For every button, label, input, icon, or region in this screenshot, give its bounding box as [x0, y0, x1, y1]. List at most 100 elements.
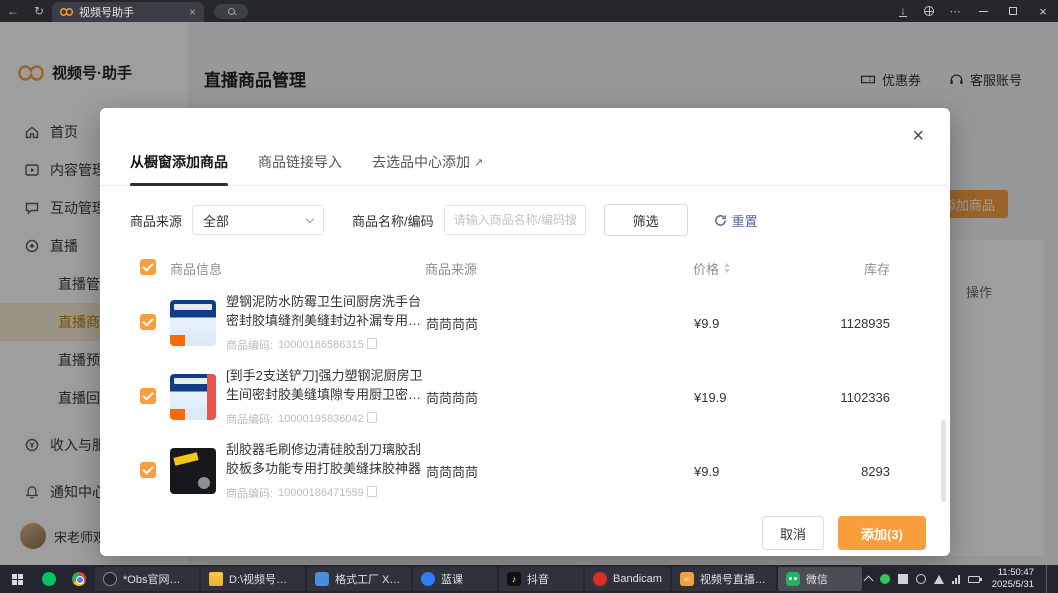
taskbar-clock[interactable]: 11:50:47 2025/5/31	[988, 567, 1034, 591]
start-button[interactable]	[0, 565, 34, 593]
tray-expand-icon[interactable]	[863, 576, 873, 586]
copy-icon[interactable]	[369, 414, 377, 423]
row-checkbox[interactable]	[140, 462, 156, 478]
tab-import-by-link[interactable]: 商品链接导入	[258, 152, 342, 185]
modal-close-icon[interactable]: ×	[912, 126, 924, 146]
window-maximize-button[interactable]	[998, 0, 1028, 22]
name-filter-label: 商品名称/编码	[352, 211, 434, 230]
product-search-input[interactable]	[444, 205, 586, 235]
row-checkbox[interactable]	[140, 388, 156, 404]
system-tray: 11:50:47 2025/5/31	[865, 565, 1058, 593]
reset-button[interactable]: 重置	[714, 211, 758, 230]
modal-footer: 取消 添加(3)	[762, 516, 926, 550]
channels-live-icon: ∞	[680, 572, 694, 586]
windows-logo-icon	[12, 574, 23, 585]
new-tab-search-button[interactable]	[214, 4, 248, 19]
taskbar-item-lanke[interactable]: 蓝课	[413, 567, 497, 591]
bandicam-icon	[593, 572, 607, 586]
product-code: 10000195836042	[278, 413, 364, 425]
product-title: 刮胶器毛刷修边清硅胶刮刀璃胶刮胶板多功能专用打胶美缝抹胶神器	[226, 441, 426, 479]
table-header-row: 商品信息 商品来源 价格 库存	[100, 250, 950, 286]
window-close-button[interactable]: ×	[1028, 0, 1058, 22]
taskbar-item-label: 视频号直播伴侣	[700, 571, 768, 587]
taskbar-item-douyin[interactable]: ♪ 抖音	[499, 567, 583, 591]
browser-menu-icon[interactable]: ⋯	[942, 5, 968, 18]
douyin-icon: ♪	[507, 572, 521, 586]
taskbar-item-bandicam[interactable]: Bandicam	[585, 567, 670, 591]
product-price: ¥9.9	[694, 316, 824, 331]
product-price: ¥9.9	[694, 464, 824, 479]
tab-add-from-showcase[interactable]: 从橱窗添加商品	[130, 152, 228, 185]
row-checkbox[interactable]	[140, 314, 156, 330]
confirm-add-button[interactable]: 添加(3)	[838, 516, 926, 550]
battery-icon[interactable]	[968, 576, 980, 583]
taskbar-item-label: 抖音	[527, 571, 549, 587]
col-header-info: 商品信息	[170, 259, 425, 278]
select-all-checkbox[interactable]	[140, 259, 156, 275]
col-header-price[interactable]: 价格	[693, 259, 823, 278]
copy-icon[interactable]	[369, 340, 377, 349]
taskbar-item-explorer[interactable]: D:\视频号直播...	[201, 567, 305, 591]
product-stock: 8293	[824, 464, 910, 479]
tray-ime-icon[interactable]	[898, 574, 908, 584]
browser-tab[interactable]: 视频号助手 ×	[52, 2, 204, 22]
taskbar-item-label: *Obs官网电脑...	[123, 571, 191, 587]
volume-icon[interactable]	[934, 575, 944, 584]
network-icon[interactable]	[952, 574, 960, 584]
add-product-modal: × 从橱窗添加商品 商品链接导入 去选品中心添加↗ 商品来源 全部 商品名称/编…	[100, 108, 950, 556]
taskbar-item-live-companion[interactable]: ∞ 视频号直播伴侣	[672, 567, 776, 591]
source-select[interactable]: 全部	[192, 205, 324, 235]
refresh-icon	[714, 214, 727, 227]
browser-back-icon[interactable]: ←	[0, 4, 26, 18]
copy-icon[interactable]	[369, 488, 377, 497]
table-row: [到手2支送铲刀]强力塑钢泥厨房卫生间密封胶美缝填隙专用厨卫密封胶150M...…	[100, 360, 950, 434]
filter-button[interactable]: 筛选	[604, 204, 688, 236]
tray-app-icon[interactable]	[880, 574, 890, 584]
download-icon[interactable]: ↓	[890, 5, 916, 17]
search-icon	[228, 8, 235, 15]
filter-bar: 商品来源 全部 商品名称/编码 筛选 重置	[130, 204, 920, 236]
product-stock: 1128935	[824, 316, 910, 331]
taskbar-item-formatfactory[interactable]: 格式工厂 X64 ...	[307, 567, 411, 591]
sort-icon[interactable]	[724, 263, 730, 273]
product-title: [到手2支送铲刀]强力塑钢泥厨房卫生间密封胶美缝填隙专用厨卫密封胶150M...	[226, 367, 426, 405]
show-desktop-button[interactable]	[1046, 565, 1050, 593]
product-code-row: 商品编码: 10000186586315	[226, 337, 426, 353]
tab-label: 商品链接导入	[258, 152, 342, 172]
product-thumbnail	[170, 300, 216, 346]
tab-close-icon[interactable]: ×	[189, 5, 196, 19]
obs-icon	[103, 572, 117, 586]
product-code-label: 商品编码:	[226, 485, 273, 501]
product-source: 苘苘苘苘	[426, 388, 694, 407]
col-header-source: 商品来源	[425, 259, 693, 278]
taskbar-item-label: 格式工厂 X64 ...	[335, 571, 403, 587]
clock-date: 2025/5/31	[992, 579, 1034, 591]
globe-icon[interactable]	[916, 6, 942, 16]
windows-taskbar: *Obs官网电脑... D:\视频号直播... 格式工厂 X64 ... 蓝课 …	[0, 565, 1058, 593]
channels-favicon-icon	[60, 7, 73, 17]
window-minimize-button[interactable]	[968, 0, 998, 22]
tab-selection-center[interactable]: 去选品中心添加↗	[372, 152, 483, 185]
taskbar-item-label: 蓝课	[441, 571, 463, 587]
taskbar-item-obs[interactable]: *Obs官网电脑...	[95, 567, 199, 591]
tray-record-icon[interactable]	[916, 574, 926, 584]
browser-titlebar: ← ↻ 视频号助手 × ↓ ⋯ ×	[0, 0, 1058, 22]
browser-refresh-icon[interactable]: ↻	[26, 4, 52, 18]
cancel-button[interactable]: 取消	[762, 516, 824, 550]
pinned-messenger-icon[interactable]	[34, 565, 64, 593]
product-code-row: 商品编码: 10000195836042	[226, 411, 426, 427]
tab-title: 视频号助手	[79, 4, 183, 20]
product-code-row: 商品编码: 10000186471559	[226, 485, 426, 501]
desktop-screen: ← ↻ 视频号助手 × ↓ ⋯ × 视频号·助手	[0, 0, 1058, 593]
product-code-label: 商品编码:	[226, 337, 273, 353]
pinned-chrome-icon[interactable]	[64, 565, 94, 593]
product-source: 苘苘苘苘	[426, 314, 694, 333]
product-code: 10000186471559	[278, 487, 364, 499]
folder-icon	[209, 572, 223, 586]
taskbar-item-wechat[interactable]: 微信	[778, 567, 862, 591]
taskbar-item-label: D:\视频号直播...	[229, 571, 297, 587]
product-title: 塑钢泥防水防霉卫生间厨房洗手台密封胶填缝剂美缝封边补漏专用胶150ml...	[226, 293, 426, 331]
modal-scrollbar[interactable]	[941, 420, 946, 502]
format-factory-icon	[315, 572, 329, 586]
reset-label: 重置	[732, 211, 758, 230]
